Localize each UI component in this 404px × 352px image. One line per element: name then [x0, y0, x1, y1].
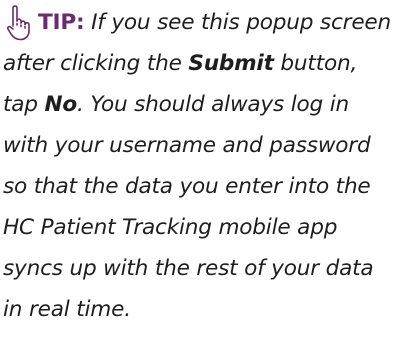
- tip-label: TIP:: [38, 10, 85, 35]
- tip-callout: TIP: If you see this popup screen after …: [0, 0, 404, 352]
- tip-text-part3: . You should always log in with your use…: [3, 92, 374, 322]
- no-button-reference: No: [44, 92, 77, 117]
- tip-paragraph: TIP: If you see this popup screen after …: [3, 2, 398, 330]
- submit-button-reference: Submit: [188, 51, 274, 76]
- pointing-hand-icon: [4, 3, 38, 43]
